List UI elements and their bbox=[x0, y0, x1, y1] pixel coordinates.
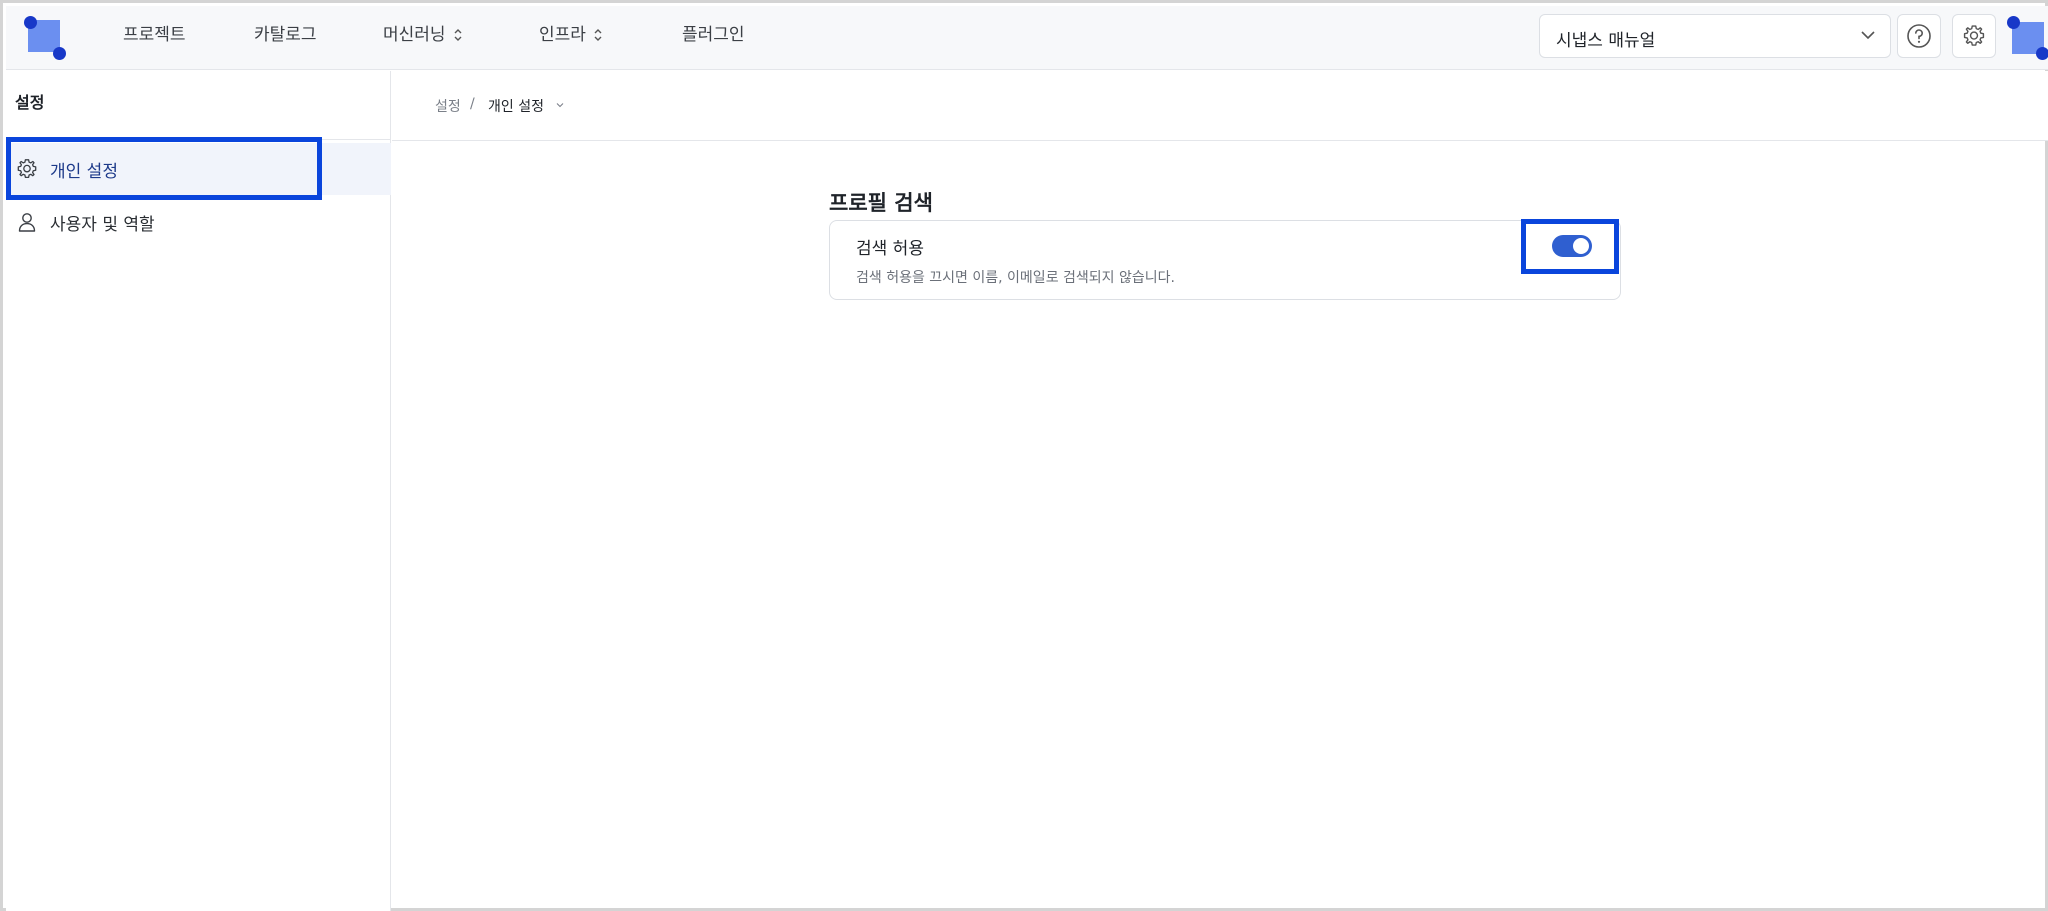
manual-select-label: 시냅스 매뉴얼 bbox=[1556, 31, 1656, 51]
logo[interactable] bbox=[24, 16, 66, 60]
nav-item-projects[interactable]: 프로젝트 bbox=[123, 6, 186, 64]
sidebar-item-users-and-roles[interactable]: 사용자 및 역할 bbox=[6, 196, 391, 248]
top-navigation-bar: 프로젝트 카탈로그 머신러닝 인프라 플러그인 시냅스 매뉴얼 bbox=[6, 6, 2048, 70]
nav-item-label: 머신러닝 bbox=[383, 25, 446, 45]
chevron-down-icon bbox=[1861, 31, 1875, 40]
breadcrumb-separator: / bbox=[470, 96, 475, 112]
avatar-dot-bottom bbox=[2036, 47, 2048, 60]
gear-icon bbox=[1963, 25, 1985, 46]
help-icon bbox=[1907, 24, 1931, 48]
section-title: 프로필 검색 bbox=[829, 191, 933, 215]
settings-button[interactable] bbox=[1952, 14, 1996, 58]
nav-item-label: 프로젝트 bbox=[123, 25, 186, 45]
breadcrumb: 설정 / 개인 설정 bbox=[392, 71, 2048, 141]
breadcrumb-current[interactable]: 개인 설정 bbox=[488, 96, 544, 116]
sidebar-title: 설정 bbox=[15, 93, 45, 112]
setting-title: 검색 허용 bbox=[856, 239, 924, 259]
highlight-box-sidebar bbox=[6, 137, 322, 200]
chevron-down-icon[interactable] bbox=[555, 100, 565, 110]
avatar[interactable] bbox=[2007, 16, 2048, 60]
chevron-updown-icon bbox=[594, 29, 602, 41]
nav-item-machine-learning[interactable]: 머신러닝 bbox=[383, 6, 464, 64]
breadcrumb-root[interactable]: 설정 bbox=[435, 96, 461, 116]
setting-card: 검색 허용 검색 허용을 끄시면 이름, 이메일로 검색되지 않습니다. bbox=[829, 220, 1621, 300]
nav-item-label: 카탈로그 bbox=[254, 25, 317, 45]
nav-item-label: 플러그인 bbox=[682, 25, 745, 45]
logo-dot-bottom bbox=[53, 47, 66, 60]
nav-item-catalog[interactable]: 카탈로그 bbox=[254, 6, 317, 64]
user-icon bbox=[18, 213, 36, 232]
nav-item-plugins[interactable]: 플러그인 bbox=[682, 6, 745, 64]
nav-item-label: 인프라 bbox=[539, 25, 586, 45]
highlight-box-toggle bbox=[1521, 219, 1619, 274]
nav-item-infra[interactable]: 인프라 bbox=[539, 6, 604, 64]
sidebar-item-label: 사용자 및 역할 bbox=[50, 215, 155, 235]
logo-dot-top bbox=[24, 16, 37, 29]
help-button[interactable] bbox=[1897, 14, 1941, 58]
setting-description: 검색 허용을 끄시면 이름, 이메일로 검색되지 않습니다. bbox=[856, 270, 1175, 286]
app-window: 프로젝트 카탈로그 머신러닝 인프라 플러그인 시냅스 매뉴얼 설정 개인 설정… bbox=[0, 0, 2048, 911]
avatar-dot-top bbox=[2007, 16, 2020, 29]
chevron-updown-icon bbox=[454, 29, 462, 41]
manual-select[interactable]: 시냅스 매뉴얼 bbox=[1539, 14, 1891, 58]
